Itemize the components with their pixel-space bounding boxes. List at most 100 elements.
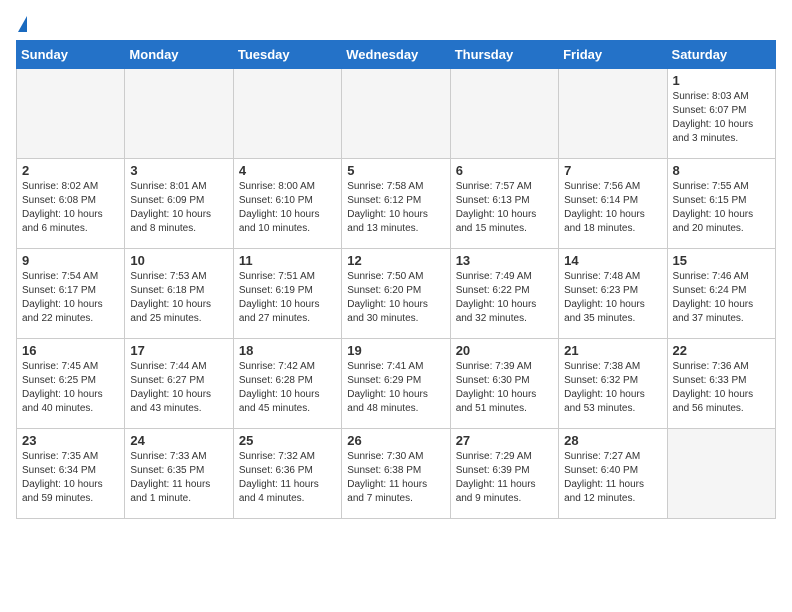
day-number: 2 [22, 163, 119, 178]
day-number: 9 [22, 253, 119, 268]
day-info: Sunrise: 7:57 AM Sunset: 6:13 PM Dayligh… [456, 180, 553, 236]
day-number: 14 [564, 253, 661, 268]
weekday-header-wednesday: Wednesday [342, 41, 450, 69]
calendar-cell: 10 Sunrise: 7:53 AM Sunset: 6:18 PM Dayli… [125, 249, 233, 339]
calendar-cell: 8 Sunrise: 7:55 AM Sunset: 6:15 PM Daylig… [667, 159, 775, 249]
calendar-cell: 24 Sunrise: 7:33 AM Sunset: 6:35 PM Dayli… [125, 429, 233, 519]
day-number: 8 [673, 163, 770, 178]
calendar-cell [667, 429, 775, 519]
calendar-cell: 18 Sunrise: 7:42 AM Sunset: 6:28 PM Dayli… [233, 339, 341, 429]
calendar-header-row: SundayMondayTuesdayWednesdayThursdayFrid… [17, 41, 776, 69]
calendar-cell: 23 Sunrise: 7:35 AM Sunset: 6:34 PM Dayli… [17, 429, 125, 519]
calendar-cell: 16 Sunrise: 7:45 AM Sunset: 6:25 PM Dayli… [17, 339, 125, 429]
day-number: 21 [564, 343, 661, 358]
day-info: Sunrise: 7:49 AM Sunset: 6:22 PM Dayligh… [456, 270, 553, 326]
day-info: Sunrise: 8:00 AM Sunset: 6:10 PM Dayligh… [239, 180, 336, 236]
calendar-cell [450, 69, 558, 159]
day-number: 3 [130, 163, 227, 178]
day-info: Sunrise: 7:45 AM Sunset: 6:25 PM Dayligh… [22, 360, 119, 416]
calendar-week-row: 16 Sunrise: 7:45 AM Sunset: 6:25 PM Dayli… [17, 339, 776, 429]
calendar-cell: 14 Sunrise: 7:48 AM Sunset: 6:23 PM Dayli… [559, 249, 667, 339]
day-info: Sunrise: 8:01 AM Sunset: 6:09 PM Dayligh… [130, 180, 227, 236]
calendar-table: SundayMondayTuesdayWednesdayThursdayFrid… [16, 40, 776, 519]
day-info: Sunrise: 7:58 AM Sunset: 6:12 PM Dayligh… [347, 180, 444, 236]
calendar-cell: 1 Sunrise: 8:03 AM Sunset: 6:07 PM Daylig… [667, 69, 775, 159]
day-number: 1 [673, 73, 770, 88]
calendar-cell: 3 Sunrise: 8:01 AM Sunset: 6:09 PM Daylig… [125, 159, 233, 249]
calendar-cell: 26 Sunrise: 7:30 AM Sunset: 6:38 PM Dayli… [342, 429, 450, 519]
day-number: 5 [347, 163, 444, 178]
calendar-cell [559, 69, 667, 159]
calendar-cell [233, 69, 341, 159]
calendar-cell: 17 Sunrise: 7:44 AM Sunset: 6:27 PM Dayli… [125, 339, 233, 429]
day-number: 19 [347, 343, 444, 358]
logo-triangle-icon [18, 16, 27, 32]
day-info: Sunrise: 7:56 AM Sunset: 6:14 PM Dayligh… [564, 180, 661, 236]
day-info: Sunrise: 7:33 AM Sunset: 6:35 PM Dayligh… [130, 450, 227, 506]
day-info: Sunrise: 7:53 AM Sunset: 6:18 PM Dayligh… [130, 270, 227, 326]
day-number: 15 [673, 253, 770, 268]
calendar-week-row: 2 Sunrise: 8:02 AM Sunset: 6:08 PM Daylig… [17, 159, 776, 249]
calendar-week-row: 1 Sunrise: 8:03 AM Sunset: 6:07 PM Daylig… [17, 69, 776, 159]
weekday-header-monday: Monday [125, 41, 233, 69]
calendar-cell: 4 Sunrise: 8:00 AM Sunset: 6:10 PM Daylig… [233, 159, 341, 249]
calendar-cell: 15 Sunrise: 7:46 AM Sunset: 6:24 PM Dayli… [667, 249, 775, 339]
weekday-header-thursday: Thursday [450, 41, 558, 69]
day-info: Sunrise: 7:42 AM Sunset: 6:28 PM Dayligh… [239, 360, 336, 416]
calendar-cell: 25 Sunrise: 7:32 AM Sunset: 6:36 PM Dayli… [233, 429, 341, 519]
day-number: 10 [130, 253, 227, 268]
calendar-cell: 13 Sunrise: 7:49 AM Sunset: 6:22 PM Dayli… [450, 249, 558, 339]
day-number: 12 [347, 253, 444, 268]
logo [16, 16, 27, 32]
day-number: 16 [22, 343, 119, 358]
weekday-header-tuesday: Tuesday [233, 41, 341, 69]
day-number: 20 [456, 343, 553, 358]
day-number: 13 [456, 253, 553, 268]
day-number: 18 [239, 343, 336, 358]
day-number: 25 [239, 433, 336, 448]
day-info: Sunrise: 7:50 AM Sunset: 6:20 PM Dayligh… [347, 270, 444, 326]
day-number: 24 [130, 433, 227, 448]
day-info: Sunrise: 8:03 AM Sunset: 6:07 PM Dayligh… [673, 90, 770, 146]
calendar-cell [125, 69, 233, 159]
day-info: Sunrise: 7:29 AM Sunset: 6:39 PM Dayligh… [456, 450, 553, 506]
day-number: 23 [22, 433, 119, 448]
calendar-cell: 22 Sunrise: 7:36 AM Sunset: 6:33 PM Dayli… [667, 339, 775, 429]
calendar-cell: 20 Sunrise: 7:39 AM Sunset: 6:30 PM Dayli… [450, 339, 558, 429]
day-info: Sunrise: 7:44 AM Sunset: 6:27 PM Dayligh… [130, 360, 227, 416]
day-info: Sunrise: 7:30 AM Sunset: 6:38 PM Dayligh… [347, 450, 444, 506]
day-info: Sunrise: 7:41 AM Sunset: 6:29 PM Dayligh… [347, 360, 444, 416]
page-header [16, 16, 776, 32]
calendar-cell: 27Sunrise: 7:29 AM Sunset: 6:39 PM Dayli… [450, 429, 558, 519]
calendar-cell [17, 69, 125, 159]
day-info: Sunrise: 7:46 AM Sunset: 6:24 PM Dayligh… [673, 270, 770, 326]
calendar-cell: 7Sunrise: 7:56 AM Sunset: 6:14 PM Daylig… [559, 159, 667, 249]
calendar-cell: 12 Sunrise: 7:50 AM Sunset: 6:20 PM Dayli… [342, 249, 450, 339]
day-info: Sunrise: 7:55 AM Sunset: 6:15 PM Dayligh… [673, 180, 770, 236]
day-number: 6 [456, 163, 553, 178]
weekday-header-sunday: Sunday [17, 41, 125, 69]
weekday-header-friday: Friday [559, 41, 667, 69]
day-info: Sunrise: 7:38 AM Sunset: 6:32 PM Dayligh… [564, 360, 661, 416]
day-info: Sunrise: 7:32 AM Sunset: 6:36 PM Dayligh… [239, 450, 336, 506]
day-number: 17 [130, 343, 227, 358]
day-info: Sunrise: 7:48 AM Sunset: 6:23 PM Dayligh… [564, 270, 661, 326]
day-number: 22 [673, 343, 770, 358]
calendar-cell: 5 Sunrise: 7:58 AM Sunset: 6:12 PM Daylig… [342, 159, 450, 249]
day-number: 11 [239, 253, 336, 268]
day-number: 26 [347, 433, 444, 448]
weekday-header-saturday: Saturday [667, 41, 775, 69]
day-info: Sunrise: 7:35 AM Sunset: 6:34 PM Dayligh… [22, 450, 119, 506]
calendar-week-row: 23 Sunrise: 7:35 AM Sunset: 6:34 PM Dayli… [17, 429, 776, 519]
day-info: Sunrise: 7:36 AM Sunset: 6:33 PM Dayligh… [673, 360, 770, 416]
day-info: Sunrise: 7:39 AM Sunset: 6:30 PM Dayligh… [456, 360, 553, 416]
day-info: Sunrise: 7:27 AM Sunset: 6:40 PM Dayligh… [564, 450, 661, 506]
calendar-cell: 19 Sunrise: 7:41 AM Sunset: 6:29 PM Dayli… [342, 339, 450, 429]
day-number: 28 [564, 433, 661, 448]
day-info: Sunrise: 7:54 AM Sunset: 6:17 PM Dayligh… [22, 270, 119, 326]
day-number: 4 [239, 163, 336, 178]
calendar-cell: 11Sunrise: 7:51 AM Sunset: 6:19 PM Dayli… [233, 249, 341, 339]
calendar-cell: 6 Sunrise: 7:57 AM Sunset: 6:13 PM Daylig… [450, 159, 558, 249]
day-info: Sunrise: 8:02 AM Sunset: 6:08 PM Dayligh… [22, 180, 119, 236]
calendar-week-row: 9 Sunrise: 7:54 AM Sunset: 6:17 PM Daylig… [17, 249, 776, 339]
